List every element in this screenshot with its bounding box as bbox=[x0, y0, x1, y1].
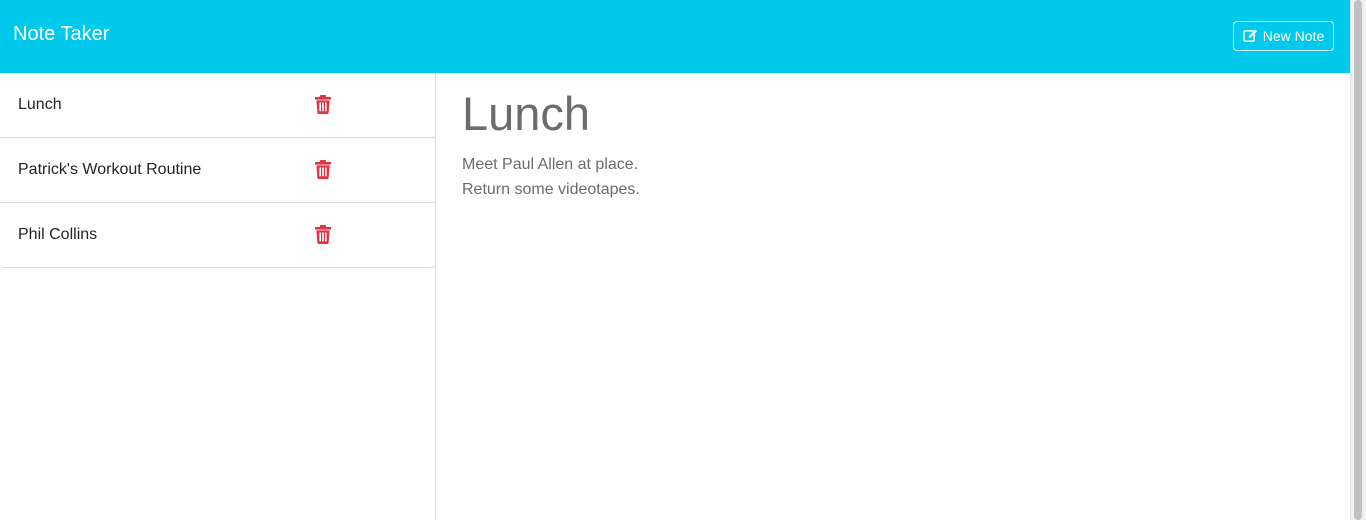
note-title: Lunch bbox=[18, 96, 62, 113]
vertical-scrollbar[interactable] bbox=[1350, 0, 1366, 520]
top-navbar: Note Taker New Note bbox=[0, 0, 1350, 73]
note-title-input[interactable]: Lunch bbox=[462, 87, 590, 141]
note-list: Lunch Patrick's Workout Routine Phil Col… bbox=[0, 73, 435, 268]
note-text-line: Return some videotapes. bbox=[462, 181, 640, 198]
note-text-area[interactable]: Meet Paul Allen at place. Return some vi… bbox=[462, 152, 640, 202]
trash-icon[interactable] bbox=[315, 95, 331, 114]
app-window: Note Taker New Note Lunch Patrick's Work… bbox=[0, 0, 1366, 520]
app-title[interactable]: Note Taker bbox=[13, 22, 109, 46]
new-note-button[interactable]: New Note bbox=[1233, 21, 1334, 51]
new-note-label: New Note bbox=[1262, 28, 1325, 44]
note-list-item[interactable]: Patrick's Workout Routine bbox=[0, 138, 435, 203]
note-editor: Lunch Meet Paul Allen at place. Return s… bbox=[437, 73, 1350, 520]
note-title: Phil Collins bbox=[18, 226, 98, 243]
edit-icon bbox=[1242, 29, 1258, 43]
note-list-item[interactable]: Lunch bbox=[0, 73, 435, 138]
trash-icon[interactable] bbox=[315, 225, 331, 244]
note-title: Patrick's Workout Routine bbox=[18, 161, 202, 178]
trash-icon[interactable] bbox=[315, 160, 331, 179]
note-list-item[interactable]: Phil Collins bbox=[0, 203, 435, 268]
note-text-line: Meet Paul Allen at place. bbox=[462, 156, 639, 173]
scrollbar-thumb[interactable] bbox=[1354, 0, 1362, 520]
notes-sidebar: Lunch Patrick's Workout Routine Phil Col… bbox=[0, 73, 436, 520]
